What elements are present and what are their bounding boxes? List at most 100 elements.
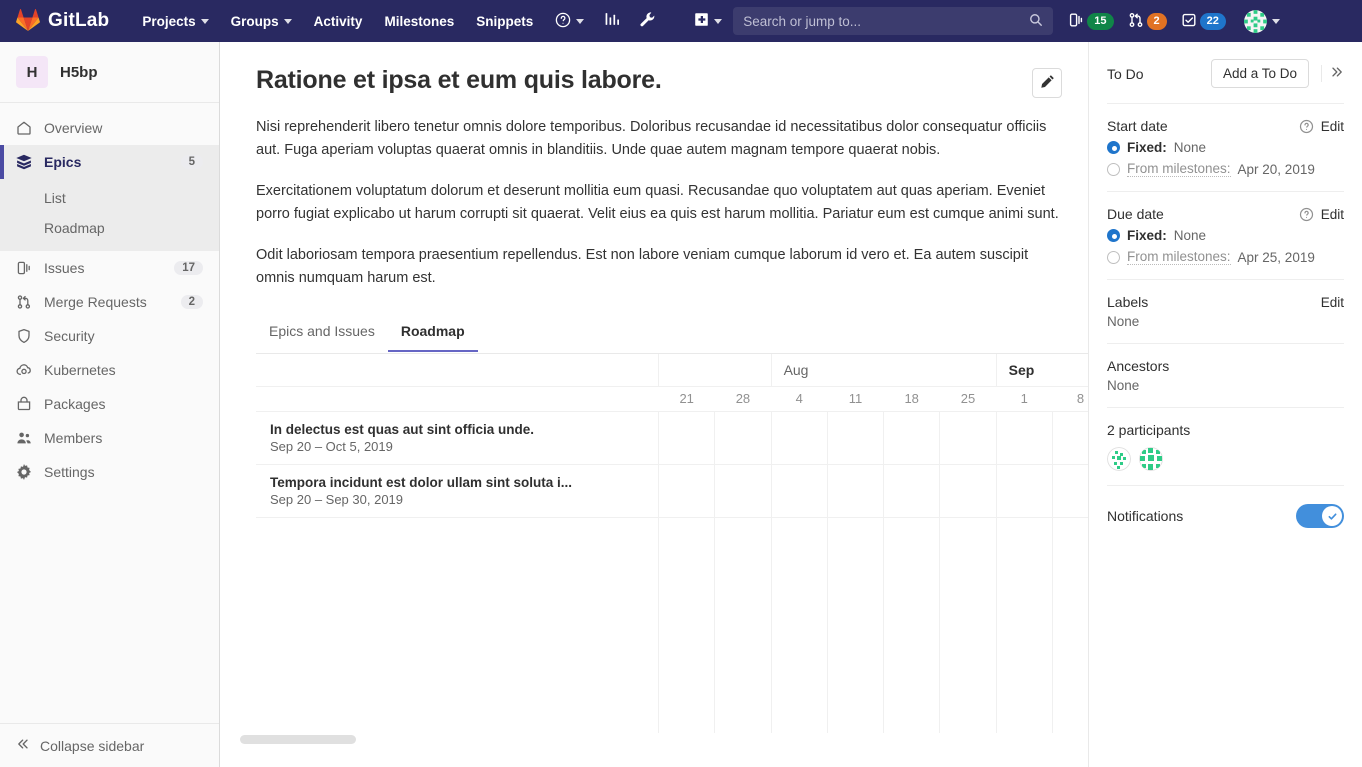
- due-date-fixed-option[interactable]: Fixed: None: [1107, 228, 1344, 243]
- start-date-edit-button[interactable]: Edit: [1321, 119, 1344, 134]
- nav-counter-issues[interactable]: 15: [1061, 0, 1120, 42]
- notifications-toggle[interactable]: [1296, 504, 1344, 528]
- avatar[interactable]: [1139, 447, 1163, 471]
- roadmap-scrollbar-thumb[interactable]: [240, 735, 356, 744]
- right-sidebar: To Do Add a To Do Start date Edit: [1088, 42, 1362, 767]
- roadmap-timeline-cell: [1052, 464, 1088, 517]
- gitlab-logo[interactable]: GitLab: [16, 8, 109, 35]
- nav-link-groups[interactable]: Groups: [220, 0, 303, 42]
- help-circle-icon[interactable]: [1299, 207, 1314, 222]
- epic-description-paragraph-1: Nisi reprehenderit libero tenetur omnis …: [256, 116, 1062, 162]
- todo-done-icon: [1181, 12, 1197, 31]
- sidebar-item-merge-requests[interactable]: Merge Requests 2: [0, 285, 219, 319]
- roadmap-epic-cell-2[interactable]: Tempora incidunt est dolor ullam sint so…: [256, 464, 659, 517]
- table-row[interactable]: In delectus est quas aut sint officia un…: [256, 411, 1088, 464]
- start-date-milestone-radio[interactable]: [1107, 163, 1120, 176]
- edit-epic-button[interactable]: [1032, 68, 1062, 98]
- due-date-edit-button[interactable]: Edit: [1321, 207, 1344, 222]
- kubernetes-icon: [16, 362, 32, 378]
- nav-link-milestones[interactable]: Milestones: [373, 0, 465, 42]
- chevron-down-icon: [714, 19, 722, 24]
- nav-link-groups-label: Groups: [231, 14, 279, 29]
- nav-link-projects[interactable]: Projects: [131, 0, 219, 42]
- sidebar-subnav-epics: List Roadmap: [0, 179, 219, 251]
- nav-link-activity[interactable]: Activity: [303, 0, 374, 42]
- roadmap-horizontal-scrollbar[interactable]: [256, 733, 1088, 746]
- labels-edit-button[interactable]: Edit: [1321, 295, 1344, 310]
- nav-new-dropdown[interactable]: [683, 0, 733, 42]
- nav-link-snippets[interactable]: Snippets: [465, 0, 544, 42]
- sidebar-item-packages-label: Packages: [44, 396, 203, 412]
- sidebar-item-kubernetes-label: Kubernetes: [44, 362, 203, 378]
- nav-analytics-icon-button[interactable]: [595, 0, 630, 42]
- roadmap-empty-row: [256, 517, 1088, 746]
- roadmap-timeline-cell: [940, 411, 996, 464]
- collapse-sidebar-button[interactable]: Collapse sidebar: [0, 723, 219, 767]
- merge-request-icon: [1128, 12, 1144, 31]
- sidebar-item-issues-label: Issues: [44, 260, 162, 276]
- sidebar-item-members[interactable]: Members: [0, 421, 219, 455]
- due-date-fixed-radio[interactable]: [1107, 229, 1120, 242]
- due-date-section: Due date Edit Fixed: None From milestone…: [1107, 191, 1344, 279]
- chevron-down-icon: [201, 19, 209, 24]
- roadmap-empty-epic-cell: [256, 517, 659, 746]
- roadmap-epic-cell-1[interactable]: In delectus est quas aut sint officia un…: [256, 411, 659, 464]
- sidebar-item-overview[interactable]: Overview: [0, 111, 219, 145]
- members-icon: [16, 430, 32, 446]
- due-date-milestone-radio[interactable]: [1107, 251, 1120, 264]
- todos-count-badge: 22: [1200, 13, 1226, 30]
- nav-counter-merge-requests[interactable]: 2: [1121, 0, 1174, 42]
- notifications-row: Notifications: [1107, 500, 1344, 532]
- labels-value: None: [1107, 314, 1344, 329]
- roadmap-timeline-cell: [659, 464, 715, 517]
- todo-section: To Do Add a To Do: [1107, 42, 1344, 103]
- sidebar-item-merge-requests-count: 2: [181, 295, 203, 309]
- start-date-milestone-option[interactable]: From milestones: Apr 20, 2019: [1107, 161, 1344, 177]
- start-date-section: Start date Edit Fixed: None From milesto…: [1107, 103, 1344, 191]
- table-row[interactable]: Tempora incidunt est dolor ullam sint so…: [256, 464, 1088, 517]
- due-date-milestone-option[interactable]: From milestones: Apr 25, 2019: [1107, 249, 1344, 265]
- roadmap-timeline-cell: [884, 411, 940, 464]
- search-input[interactable]: [743, 14, 1029, 29]
- participants-section: 2 participants: [1107, 407, 1344, 485]
- sidebar-item-security[interactable]: Security: [0, 319, 219, 353]
- roadmap-epic-title-1[interactable]: In delectus est quas aut sint officia un…: [270, 422, 644, 437]
- sidebar-item-settings[interactable]: Settings: [0, 455, 219, 489]
- nav-counter-todos[interactable]: 22: [1174, 0, 1233, 42]
- help-circle-icon[interactable]: [1299, 119, 1314, 134]
- chevron-double-left-icon: [16, 737, 30, 754]
- roadmap-epic-dates-1: Sep 20 – Oct 5, 2019: [270, 439, 644, 454]
- sidebar-item-packages[interactable]: Packages: [0, 387, 219, 421]
- roadmap-month-sep: Sep: [996, 354, 1088, 386]
- sidebar-item-issues[interactable]: Issues 17: [0, 251, 219, 285]
- sidebar-subitem-roadmap[interactable]: Roadmap: [0, 213, 219, 243]
- start-date-fixed-radio[interactable]: [1107, 141, 1120, 154]
- sidebar-item-merge-requests-label: Merge Requests: [44, 294, 169, 310]
- group-context-header[interactable]: H H5bp: [0, 42, 219, 103]
- tab-roadmap[interactable]: Roadmap: [388, 315, 478, 352]
- nav-help-dropdown[interactable]: [544, 0, 595, 42]
- sidebar-item-overview-label: Overview: [44, 120, 203, 136]
- nav-admin-wrench-icon-button[interactable]: [630, 0, 665, 42]
- tab-epics-and-issues[interactable]: Epics and Issues: [256, 315, 388, 352]
- search-box[interactable]: [733, 7, 1053, 35]
- sidebar-item-epics-count: 5: [181, 155, 203, 169]
- pencil-icon: [1040, 74, 1055, 92]
- sidebar-subitem-list[interactable]: List: [0, 183, 219, 213]
- sidebar-item-kubernetes[interactable]: Kubernetes: [0, 353, 219, 387]
- sidebar-item-epics[interactable]: Epics 5: [0, 145, 219, 179]
- epic-icon: [16, 154, 32, 170]
- expand-sidebar-button[interactable]: [1321, 65, 1344, 82]
- wrench-icon: [639, 11, 656, 31]
- roadmap-empty-cell: [827, 517, 883, 746]
- roadmap-epic-title-2[interactable]: Tempora incidunt est dolor ullam sint so…: [270, 475, 644, 490]
- roadmap-empty-cell: [771, 517, 827, 746]
- add-todo-button[interactable]: Add a To Do: [1211, 59, 1309, 88]
- roadmap-scroll-area[interactable]: Aug Sep Oct 21 28 4 11 18 25 1 8: [256, 354, 1088, 746]
- avatar[interactable]: [1107, 447, 1131, 471]
- nav-link-projects-label: Projects: [142, 14, 195, 29]
- start-date-fixed-option[interactable]: Fixed: None: [1107, 140, 1344, 155]
- ancestors-header: Ancestors: [1107, 358, 1344, 374]
- roadmap-timeline-cell: [715, 411, 771, 464]
- nav-user-dropdown[interactable]: [1233, 0, 1291, 42]
